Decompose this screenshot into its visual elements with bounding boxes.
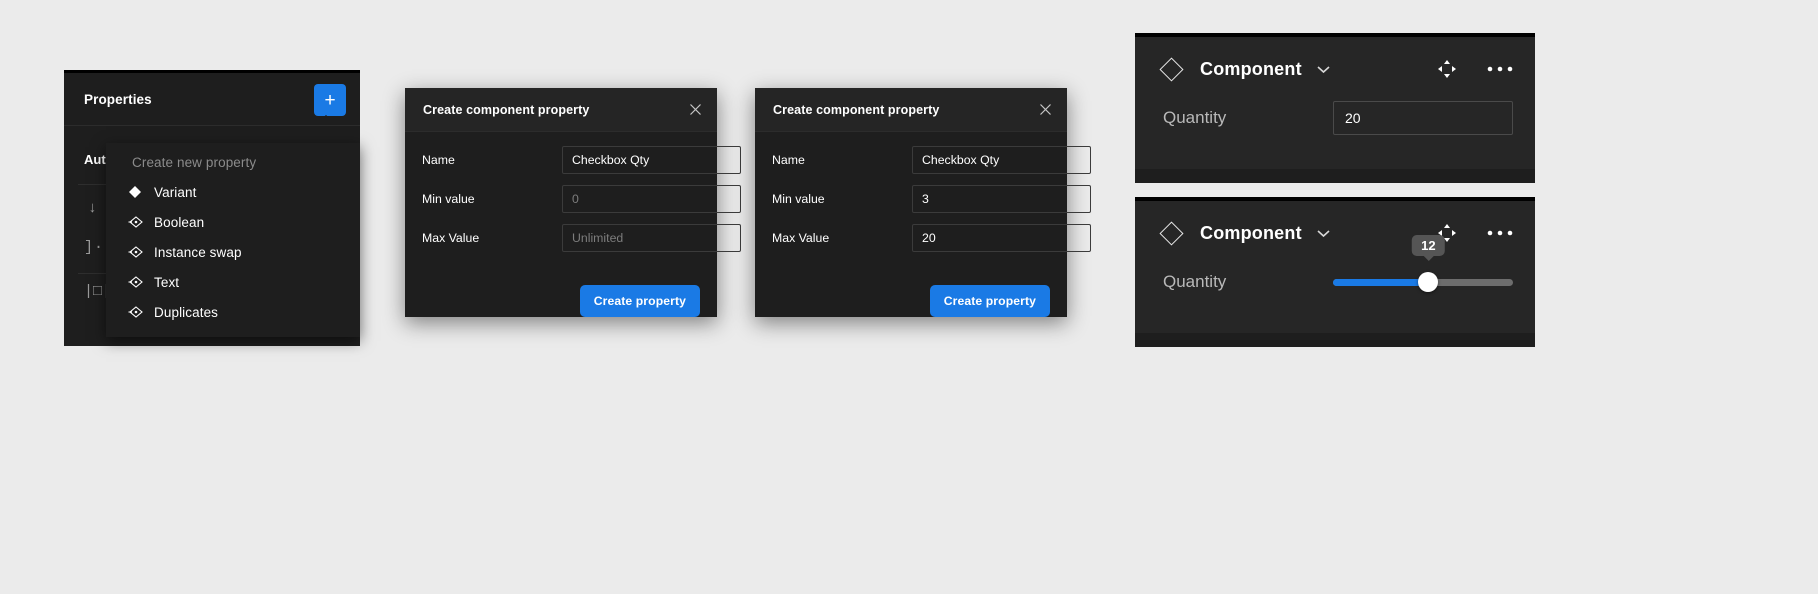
boolean-property-icon (128, 215, 154, 229)
field-row-max-value: Max Value (422, 224, 741, 252)
move-icon[interactable] (1437, 59, 1457, 79)
component-card-header: Component (1135, 201, 1535, 265)
component-name: Component (1200, 222, 1302, 243)
max-value-field[interactable] (562, 224, 741, 252)
field-label: Max Value (772, 231, 830, 245)
create-component-property-dialog-filled: Create component property Name Min value… (755, 88, 1091, 317)
dialog-header: Create component property (405, 88, 717, 132)
component-card-header: Component (1135, 37, 1535, 101)
add-property-button[interactable]: + (314, 84, 346, 116)
menu-item-text[interactable]: Text (106, 267, 360, 297)
component-card-quantity-row: Quantity 12 (1135, 234, 1535, 299)
dialog-body: Name Min value Max Value (405, 132, 741, 279)
component-card-footer-bar (1135, 333, 1535, 347)
create-property-button[interactable]: Create property (929, 285, 1050, 317)
chevron-down-icon[interactable] (1316, 64, 1331, 74)
component-diamond-icon (1159, 56, 1184, 82)
field-row-min-value: Min value (772, 185, 1091, 213)
more-horizontal-icon[interactable] (1487, 65, 1513, 73)
menu-item-label: Instance swap (154, 244, 242, 260)
menu-item-variant[interactable]: Variant (106, 177, 360, 207)
component-name: Component (1200, 58, 1302, 79)
field-label: Min value (422, 192, 475, 206)
create-new-property-menu: Create new property Variant Boolean Inst… (106, 143, 360, 337)
properties-panel-header: Properties + (64, 73, 360, 126)
menu-item-label: Duplicates (154, 304, 219, 320)
field-label: Min value (772, 192, 825, 206)
arrow-down-icon: ↓ (88, 200, 98, 217)
diamond-filled-icon (128, 185, 154, 199)
dialog-footer: Create property (405, 279, 717, 317)
create-property-button[interactable]: Create property (579, 285, 700, 317)
field-row-min-value: Min value (422, 185, 741, 213)
name-field[interactable] (912, 146, 1091, 174)
field-label: Max Value (422, 231, 480, 245)
close-icon[interactable] (685, 100, 705, 120)
dialog-footer: Create property (755, 279, 1067, 317)
slider-fill (1333, 278, 1429, 286)
component-diamond-icon (1159, 220, 1184, 246)
plus-icon: + (324, 89, 336, 111)
dialog-title: Create component property (773, 102, 940, 117)
slider-thumb[interactable] (1418, 272, 1439, 292)
field-row-name: Name (422, 146, 741, 174)
menu-item-label: Boolean (154, 214, 205, 230)
max-value-field[interactable] (912, 224, 1091, 252)
min-value-field[interactable] (912, 185, 1091, 213)
menu-item-duplicates[interactable]: Duplicates (106, 297, 360, 327)
component-card-footer-bar (1135, 169, 1535, 183)
min-value-field[interactable] (562, 185, 741, 213)
more-horizontal-icon[interactable] (1487, 229, 1513, 237)
menu-caret (317, 115, 335, 123)
canvas: Properties + Aut ↓ ]·[ |□| Create new pr… (0, 0, 1818, 594)
component-preview-card-input: Component Quantity 20 (1135, 33, 1535, 183)
auto-layout-label: Aut (84, 152, 106, 167)
slider-value-tooltip: 12 (1412, 234, 1445, 256)
menu-item-label: Text (154, 274, 180, 290)
page-title: Properties (84, 91, 152, 107)
quantity-slider[interactable]: 12 (1333, 234, 1513, 299)
slider-track[interactable]: 12 (1333, 234, 1513, 292)
menu-item-instance-swap[interactable]: Instance swap (106, 237, 360, 267)
field-row-max-value: Max Value (772, 224, 1091, 252)
chevron-down-icon[interactable] (1316, 228, 1331, 238)
component-card-quantity-row: Quantity (1135, 101, 1535, 135)
field-row-name: Name (772, 146, 1091, 174)
dialog-header: Create component property (755, 88, 1067, 132)
quantity-label: Quantity (1163, 272, 1227, 291)
name-field[interactable] (562, 146, 741, 174)
menu-item-label: Variant (154, 184, 197, 200)
field-label: Name (772, 153, 805, 167)
instance-swap-property-icon (128, 245, 154, 259)
dialog-body: Name Min value Max Value (755, 132, 1091, 279)
duplicates-property-icon (128, 305, 154, 319)
close-icon[interactable] (1035, 100, 1055, 120)
create-component-property-dialog-empty: Create component property Name Min value… (405, 88, 741, 317)
quantity-label: Quantity (1163, 108, 1227, 127)
menu-item-boolean[interactable]: Boolean (106, 207, 360, 237)
dialog-title: Create component property (423, 102, 590, 117)
quantity-input[interactable] (1333, 101, 1513, 135)
field-label: Name (422, 153, 455, 167)
menu-heading: Create new property (132, 155, 257, 170)
text-property-icon (128, 275, 154, 289)
component-preview-card-slider: Component Quantity 12 (1135, 197, 1535, 347)
